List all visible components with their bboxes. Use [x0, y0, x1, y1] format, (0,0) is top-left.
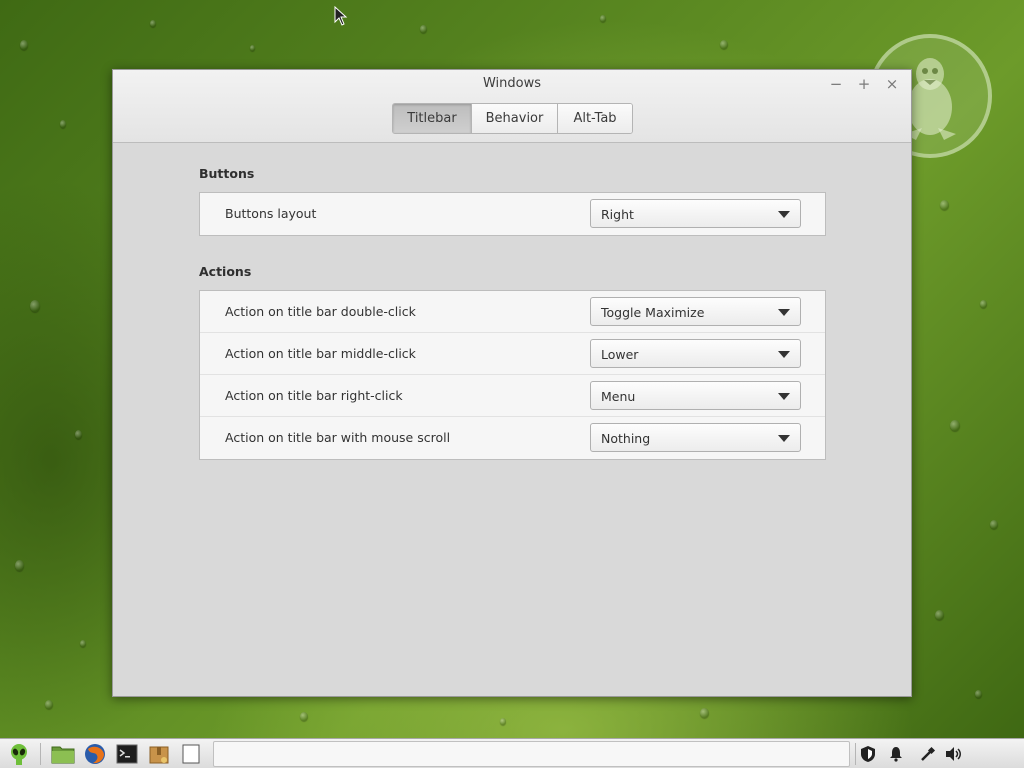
tab-behavior[interactable]: Behavior [472, 104, 558, 133]
right-click-action-label: Action on title bar right-click [225, 388, 403, 403]
mouse-cursor-icon [334, 5, 348, 30]
minimize-button[interactable]: − [825, 74, 847, 94]
buttons-layout-dropdown[interactable]: Right [590, 199, 801, 228]
window-title: Windows [482, 76, 542, 91]
taskbar [0, 738, 1024, 768]
firefox-icon[interactable] [82, 742, 108, 766]
dropdown-value: Right [601, 207, 634, 222]
text-editor-icon[interactable] [178, 742, 204, 766]
buttons-layout-label: Buttons layout [225, 206, 317, 221]
shield-icon[interactable] [858, 744, 878, 764]
buttons-panel: Buttons layout Right [199, 192, 826, 236]
dropdown-arrow-icon [778, 435, 790, 442]
right-click-action-dropdown[interactable]: Menu [590, 381, 801, 410]
volume-icon[interactable] [944, 744, 964, 764]
maximize-button[interactable]: + [853, 74, 875, 94]
window-list[interactable] [213, 741, 850, 767]
dropdown-arrow-icon [778, 309, 790, 316]
dropdown-value: Nothing [601, 431, 651, 446]
notification-bell-icon[interactable] [886, 744, 906, 764]
settings-row: Action on title bar double-click Toggle … [200, 291, 825, 333]
dropdown-value: Lower [601, 347, 639, 362]
taskbar-separator [855, 743, 856, 765]
dropdown-arrow-icon [778, 393, 790, 400]
actions-panel: Action on title bar double-click Toggle … [199, 290, 826, 460]
double-click-action-dropdown[interactable]: Toggle Maximize [590, 297, 801, 326]
settings-row: Buttons layout Right [200, 193, 825, 235]
files-folder-icon[interactable] [50, 742, 76, 766]
window-controls: − + × [825, 74, 903, 94]
mouse-scroll-action-label: Action on title bar with mouse scroll [225, 430, 451, 445]
dropdown-arrow-icon [778, 211, 790, 218]
taskbar-separator [40, 743, 41, 765]
middle-click-action-dropdown[interactable]: Lower [590, 339, 801, 368]
menu-alien-icon[interactable] [6, 742, 32, 766]
window-titlebar[interactable]: Windows − + × Titlebar Behavior Alt-Tab [113, 70, 911, 143]
archive-manager-icon[interactable] [146, 742, 172, 766]
double-click-action-label: Action on title bar double-click [225, 304, 416, 319]
section-title-buttons: Buttons [199, 166, 255, 181]
tab-titlebar[interactable]: Titlebar [393, 104, 472, 133]
dropdown-arrow-icon [778, 351, 790, 358]
settings-window: Windows − + × Titlebar Behavior Alt-Tab … [112, 69, 912, 697]
terminal-icon[interactable] [114, 742, 140, 766]
dropdown-value: Menu [601, 389, 636, 404]
dropdown-value: Toggle Maximize [601, 305, 705, 320]
settings-row: Action on title bar with mouse scroll No… [200, 417, 825, 459]
mouse-scroll-action-dropdown[interactable]: Nothing [590, 423, 801, 452]
settings-row: Action on title bar right-click Menu [200, 375, 825, 417]
middle-click-action-label: Action on title bar middle-click [225, 346, 416, 361]
tab-alt-tab[interactable]: Alt-Tab [558, 104, 632, 133]
tab-bar: Titlebar Behavior Alt-Tab [392, 103, 633, 134]
settings-row: Action on title bar middle-click Lower [200, 333, 825, 375]
close-button[interactable]: × [881, 74, 903, 94]
section-title-actions: Actions [199, 264, 252, 279]
network-icon[interactable] [918, 744, 938, 764]
